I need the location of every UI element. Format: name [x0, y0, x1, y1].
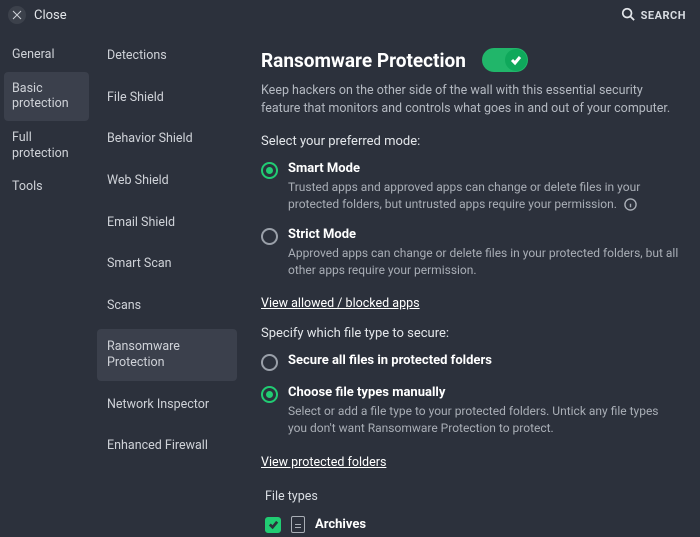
filetype-secure-all-title: Secure all files in protected folders — [288, 353, 492, 368]
filetype-choose-title: Choose file types manually — [288, 385, 445, 400]
secondary-nav: Detections File Shield Behavior Shield W… — [93, 30, 241, 537]
file-icon — [291, 516, 305, 533]
radio-choose-manually[interactable] — [261, 386, 278, 403]
filetype-archives-checkbox[interactable] — [265, 517, 281, 533]
mode-strict-desc: Approved apps can change or delete files… — [288, 245, 680, 279]
link-allowed-blocked-apps[interactable]: View allowed / blocked apps — [261, 296, 420, 312]
filetype-choose-desc: Select or add a file type to your protec… — [288, 403, 680, 437]
page-description: Keep hackers on the other side of the wa… — [261, 82, 680, 118]
close-icon[interactable] — [8, 6, 26, 24]
nav2-item-email-shield[interactable]: Email Shield — [97, 205, 237, 241]
search-label: SEARCH — [641, 9, 686, 22]
nav2-item-file-shield[interactable]: File Shield — [97, 80, 237, 116]
link-protected-folders[interactable]: View protected folders — [261, 455, 386, 471]
mode-smart-title: Smart Mode — [288, 161, 360, 176]
radio-smart-mode[interactable] — [261, 162, 278, 179]
nav2-item-web-shield[interactable]: Web Shield — [97, 163, 237, 199]
check-icon — [505, 49, 527, 71]
mode-strict-title: Strict Mode — [288, 227, 356, 242]
info-icon[interactable] — [624, 198, 638, 212]
main-panel: Ransomware Protection Keep hackers on th… — [241, 30, 700, 537]
protection-toggle[interactable] — [482, 48, 528, 72]
nav2-item-detections[interactable]: Detections — [97, 38, 237, 74]
nav2-item-network-inspector[interactable]: Network Inspector — [97, 387, 237, 423]
radio-secure-all[interactable] — [261, 354, 278, 371]
mode-section-label: Select your preferred mode: — [261, 134, 680, 149]
filetypes-heading: File types — [265, 489, 680, 504]
nav1-item-general[interactable]: General — [0, 38, 93, 72]
nav1-item-tools[interactable]: Tools — [0, 170, 93, 204]
page-title: Ransomware Protection — [261, 49, 466, 72]
nav1-item-full-protection[interactable]: Full protection — [0, 121, 93, 170]
search-button[interactable]: SEARCH — [621, 7, 686, 24]
filetype-archives-label: Archives — [315, 517, 366, 532]
filetype-section-label: Specify which file type to secure: — [261, 326, 680, 341]
nav1-item-basic-protection[interactable]: Basic protection — [4, 72, 89, 121]
nav2-item-enhanced-firewall[interactable]: Enhanced Firewall — [97, 428, 237, 464]
close-button[interactable]: Close — [34, 8, 67, 23]
nav2-item-behavior-shield[interactable]: Behavior Shield — [97, 121, 237, 157]
search-icon — [621, 7, 635, 24]
primary-nav: General Basic protection Full protection… — [0, 30, 93, 537]
filetype-row: Archives — [261, 512, 680, 537]
mode-smart-desc: Trusted apps and approved apps can chang… — [288, 180, 640, 211]
nav2-item-smart-scan[interactable]: Smart Scan — [97, 246, 237, 282]
radio-strict-mode[interactable] — [261, 228, 278, 245]
nav2-item-scans[interactable]: Scans — [97, 288, 237, 324]
nav2-item-ransomware-protection[interactable]: Ransomware Protection — [97, 329, 237, 380]
